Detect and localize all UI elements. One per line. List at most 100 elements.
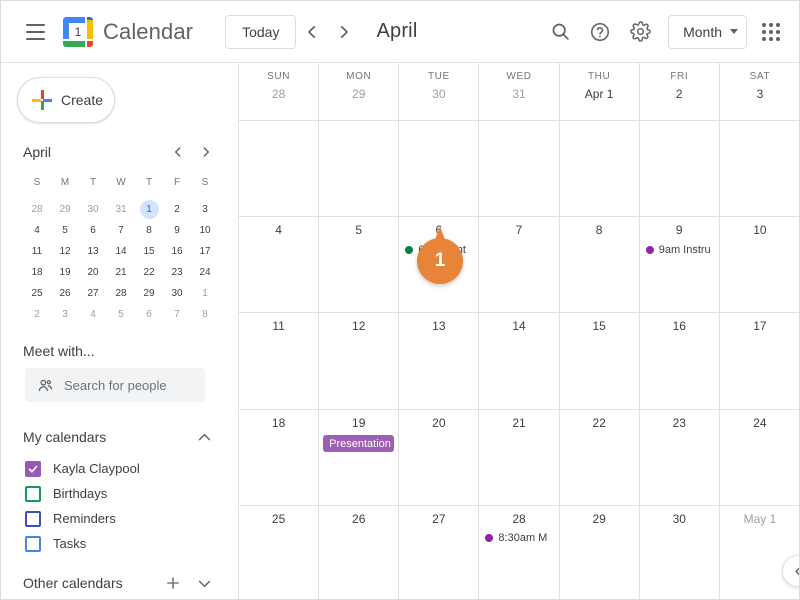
mini-calendar-prev-icon[interactable] <box>165 139 191 165</box>
day-cell[interactable]: 20 <box>399 409 480 505</box>
day-cell[interactable] <box>239 121 320 217</box>
day-cell[interactable]: 25 <box>239 505 320 599</box>
day-cell[interactable] <box>720 121 799 216</box>
day-cell[interactable]: 18 <box>239 409 320 505</box>
mini-calendar-day[interactable]: 17 <box>191 241 219 262</box>
mini-calendar-day[interactable]: 16 <box>163 241 191 262</box>
checkbox-unchecked[interactable] <box>25 485 41 502</box>
checkbox-unchecked[interactable] <box>25 510 41 527</box>
view-mode-dropdown[interactable]: Month <box>668 14 747 49</box>
day-cell[interactable] <box>399 121 480 217</box>
mini-calendar-day[interactable]: 28 <box>23 199 51 220</box>
mini-calendar-day[interactable]: 1 <box>191 283 219 304</box>
day-cell[interactable]: 30 <box>640 505 720 599</box>
mini-calendar-day[interactable]: 13 <box>79 241 107 262</box>
day-cell[interactable] <box>560 121 640 217</box>
day-cell[interactable]: 28 8:30am M <box>479 505 560 599</box>
mini-calendar-day[interactable]: 7 <box>107 220 135 241</box>
day-cell[interactable]: 29 <box>560 505 640 599</box>
day-cell[interactable]: 14 <box>479 313 560 409</box>
day-cell[interactable]: 26 <box>319 505 400 599</box>
calendar-logo[interactable]: 1 Calendar <box>63 16 193 47</box>
day-header-cell[interactable]: FRI 2 <box>640 63 720 120</box>
search-for-people-input[interactable]: Search for people <box>25 368 205 402</box>
search-icon[interactable] <box>542 14 578 50</box>
mini-calendar-day[interactable]: 27 <box>79 283 107 304</box>
mini-calendar-day[interactable]: 4 <box>79 304 107 325</box>
mini-calendar-day[interactable]: 26 <box>51 283 79 304</box>
mini-calendar-day[interactable]: 24 <box>191 262 219 283</box>
day-cell[interactable]: 27 <box>399 505 480 599</box>
chevron-up-icon[interactable] <box>196 429 213 446</box>
calendar-list-item[interactable]: Kayla Claypool <box>1 456 238 481</box>
mini-calendar-day[interactable]: 6 <box>135 304 163 325</box>
mini-calendar-day[interactable]: 29 <box>135 283 163 304</box>
mini-calendar-day[interactable]: 10 <box>191 220 219 241</box>
day-header-cell[interactable]: TUE 30 <box>399 63 480 120</box>
mini-calendar-day[interactable]: 20 <box>79 262 107 283</box>
other-calendars-expand-icon[interactable] <box>196 575 213 592</box>
day-cell[interactable]: 4 <box>239 217 320 313</box>
mini-calendar-day[interactable]: 29 <box>51 199 79 220</box>
day-cell[interactable] <box>319 121 400 217</box>
day-cell[interactable]: 12 <box>319 313 400 409</box>
today-button[interactable]: Today <box>225 14 297 49</box>
mini-calendar-day[interactable]: 19 <box>51 262 79 283</box>
mini-calendar-day[interactable]: 28 <box>107 283 135 304</box>
day-header-cell[interactable]: WED 31 <box>479 63 560 120</box>
mini-calendar-day[interactable]: 7 <box>163 304 191 325</box>
calendar-list-item[interactable]: Tasks <box>1 531 238 556</box>
mini-calendar-day[interactable]: 15 <box>135 241 163 262</box>
help-icon[interactable] <box>582 14 618 50</box>
day-cell[interactable]: 23 <box>640 409 720 505</box>
mini-calendar-day[interactable]: 31 <box>107 199 135 220</box>
mini-calendar-day[interactable]: 30 <box>163 283 191 304</box>
mini-calendar-day[interactable]: 5 <box>107 304 135 325</box>
mini-calendar-day[interactable]: 6 <box>79 220 107 241</box>
day-header-cell[interactable]: MON 29 <box>319 63 400 120</box>
mini-calendar-day[interactable]: 4 <box>23 220 51 241</box>
day-cell[interactable]: 19 Presentation <box>319 409 400 505</box>
day-cell[interactable]: 15 <box>560 313 640 409</box>
calendar-event[interactable]: 6pm Dent <box>403 241 474 258</box>
day-cell[interactable]: 10 <box>720 217 799 312</box>
day-cell[interactable]: 8 <box>560 217 640 313</box>
mini-calendar-day[interactable]: 2 <box>163 199 191 220</box>
apps-grid-icon[interactable] <box>753 14 789 50</box>
day-cell[interactable] <box>640 121 720 217</box>
mini-calendar-day[interactable]: 12 <box>51 241 79 262</box>
previous-period-icon[interactable] <box>296 16 328 48</box>
day-cell[interactable]: 16 <box>640 313 720 409</box>
mini-calendar-day[interactable]: 5 <box>51 220 79 241</box>
mini-calendar-day[interactable]: 14 <box>107 241 135 262</box>
mini-calendar-day[interactable]: 21 <box>107 262 135 283</box>
day-cell[interactable]: 11 <box>239 313 320 409</box>
calendar-event[interactable]: 8:30am M <box>483 530 554 547</box>
mini-calendar-day[interactable]: 8 <box>135 220 163 241</box>
day-cell[interactable]: 9 9am Instru <box>640 217 720 313</box>
mini-calendar-day[interactable]: 2 <box>23 304 51 325</box>
mini-calendar-day[interactable]: 25 <box>23 283 51 304</box>
my-calendars-header[interactable]: My calendars <box>23 424 213 450</box>
mini-calendar-day-today[interactable]: 1 <box>135 199 163 220</box>
next-period-icon[interactable] <box>328 16 360 48</box>
add-other-calendar-icon[interactable] <box>164 574 182 592</box>
day-cell[interactable]: 5 <box>319 217 400 313</box>
mini-calendar-day[interactable]: 8 <box>191 304 219 325</box>
checkbox-checked[interactable] <box>25 460 41 477</box>
day-cell[interactable]: 13 <box>399 313 480 409</box>
day-cell[interactable]: 21 <box>479 409 560 505</box>
hamburger-menu-icon[interactable] <box>15 12 55 52</box>
mini-calendar-day[interactable]: 23 <box>163 262 191 283</box>
day-cell[interactable]: May 1 <box>720 506 799 599</box>
day-header-cell[interactable]: SAT 3 <box>720 63 799 120</box>
calendar-event[interactable]: 9am Instru <box>644 241 715 258</box>
calendar-list-item[interactable]: Reminders <box>1 506 238 531</box>
day-cell[interactable]: 7 <box>479 217 560 313</box>
day-header-cell[interactable]: SUN 28 <box>239 63 320 120</box>
calendar-list-item[interactable]: Birthdays <box>1 481 238 506</box>
mini-calendar-day[interactable]: 9 <box>163 220 191 241</box>
mini-calendar-day[interactable]: 3 <box>51 304 79 325</box>
day-cell[interactable]: 17 <box>720 313 799 408</box>
checkbox-unchecked[interactable] <box>25 535 41 552</box>
